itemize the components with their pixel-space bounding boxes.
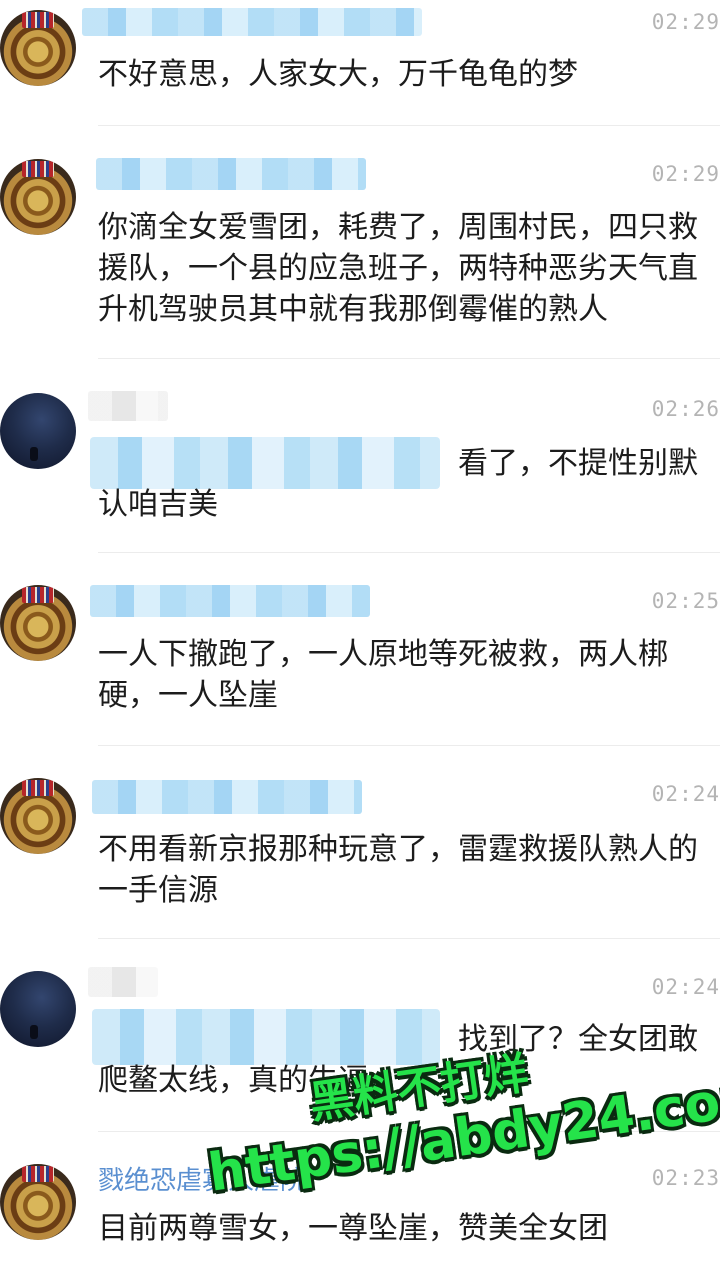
comment-time: 02:29 <box>651 10 720 34</box>
username-blurred[interactable] <box>90 585 370 617</box>
medal-avatar[interactable] <box>0 1164 76 1240</box>
username-blurred[interactable] <box>88 967 158 997</box>
comment-time: 02:29 <box>651 162 720 186</box>
comment-item[interactable]: 02:25 一人下撤跑了，一人原地等死被救，两人梆硬，一人坠崖 <box>0 553 720 745</box>
username-blurred[interactable] <box>82 8 422 36</box>
comment-text: 不用看新京报那种玩意了，雷霆救援队熟人的一手信源 <box>98 832 698 908</box>
comment-text: 不好意思，人家女大，万千龟龟的梦 <box>98 57 578 92</box>
medal-avatar[interactable] <box>0 585 76 661</box>
comment-list: 02:29 不好意思，人家女大，万千龟龟的梦 02:29 你滴全女爱雪团，耗费了… <box>0 0 720 1280</box>
comment-text: 目前两尊雪女，一尊坠崖，赞美全女团 <box>98 1211 608 1246</box>
comment-time: 02:26 <box>651 397 720 421</box>
comment-item[interactable]: 戮绝恐虐寡人虐院 02:23 目前两尊雪女，一尊坠崖，赞美全女团 <box>0 1132 720 1280</box>
comment-item[interactable]: 02:24 不用看新京报那种玩意了，雷霆救援队熟人的一手信源 <box>0 746 720 938</box>
username-blurred[interactable] <box>88 391 168 421</box>
comment-text-line2: 爬鳌太线，真的牛逼 <box>98 1063 368 1098</box>
comment-text: 看了，不提性别默 <box>458 446 698 481</box>
comment-text: 一人下撤跑了，一人原地等死被救，两人梆硬，一人坠崖 <box>98 637 668 713</box>
comment-text-line2: 认咱吉美 <box>98 487 218 522</box>
comment-time: 02:23 <box>651 1166 720 1190</box>
mention-blurred[interactable] <box>90 437 440 489</box>
medal-avatar[interactable] <box>0 778 76 854</box>
medal-avatar[interactable] <box>0 10 76 86</box>
night-avatar[interactable] <box>0 971 76 1047</box>
username-blurred[interactable] <box>92 780 362 814</box>
comment-text: 你滴全女爱雪团，耗费了，周围村民，四只救援队，一个县的应急班子，两特种恶劣天气直… <box>98 210 698 327</box>
mention-blurred[interactable] <box>92 1009 440 1065</box>
comment-item[interactable]: 02:29 不好意思，人家女大，万千龟龟的梦 <box>0 0 720 125</box>
comment-text: 找到了？全女团敢 <box>458 1022 698 1057</box>
night-avatar[interactable] <box>0 393 76 469</box>
medal-avatar[interactable] <box>0 159 76 235</box>
username-blurred[interactable] <box>96 158 366 190</box>
comment-time: 02:25 <box>651 589 720 613</box>
comment-item[interactable]: 02:29 你滴全女爱雪团，耗费了，周围村民，四只救援队，一个县的应急班子，两特… <box>0 126 720 358</box>
comment-item[interactable]: 02:26 看了，不提性别默 认咱吉美 <box>0 359 720 552</box>
comment-time: 02:24 <box>651 782 720 806</box>
comment-item[interactable]: 02:24 找到了？全女团敢 爬鳌太线，真的牛逼 <box>0 939 720 1131</box>
comment-time: 02:24 <box>651 975 720 999</box>
username[interactable]: 戮绝恐虐寡人虐院 <box>98 1160 306 1197</box>
